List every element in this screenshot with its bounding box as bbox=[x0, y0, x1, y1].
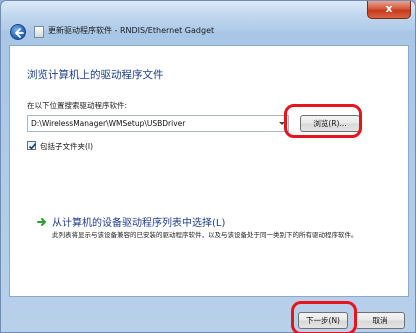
pick-from-list-link[interactable]: 从计算机的设备驱动程序列表中选择(L) bbox=[52, 214, 225, 229]
wizard-icon bbox=[34, 26, 44, 38]
search-location-label: 在以下位置搜索驱动程序软件: bbox=[27, 101, 128, 110]
include-subfolders-checkbox[interactable] bbox=[27, 141, 37, 150]
page-heading: 浏览计算机上的驱动程序文件 bbox=[27, 69, 164, 81]
checkmark-icon bbox=[28, 143, 37, 150]
pick-from-list-description: 此列表将显示与该设备兼容的已安装的驱动程序软件，以及与该设备处于同一类别下的所有… bbox=[52, 231, 358, 239]
wizard-window: x 更新驱动程序软件 - RNDIS/Ethernet Gadget 浏览计算机… bbox=[0, 0, 416, 333]
cancel-button[interactable]: 取消 bbox=[355, 312, 405, 329]
include-subfolders-label: 包括子文件夹(I) bbox=[40, 142, 94, 151]
window-title: 更新驱动程序软件 - RNDIS/Ethernet Gadget bbox=[48, 26, 215, 35]
driver-path-value: D:\WirelessManager\WMSetup\USBDriver bbox=[31, 119, 186, 128]
browse-highlight-ring bbox=[284, 104, 362, 138]
wizard-content: 浏览计算机上的驱动程序文件 在以下位置搜索驱动程序软件: D:\Wireless… bbox=[9, 45, 409, 297]
back-arrow-icon[interactable] bbox=[10, 24, 26, 40]
next-highlight-ring bbox=[291, 301, 357, 333]
close-button[interactable]: x bbox=[367, 1, 411, 19]
back-arrow-glyph bbox=[15, 28, 24, 38]
green-arrow-icon bbox=[37, 218, 46, 226]
driver-path-input[interactable]: D:\WirelessManager\WMSetup\USBDriver bbox=[27, 115, 289, 132]
